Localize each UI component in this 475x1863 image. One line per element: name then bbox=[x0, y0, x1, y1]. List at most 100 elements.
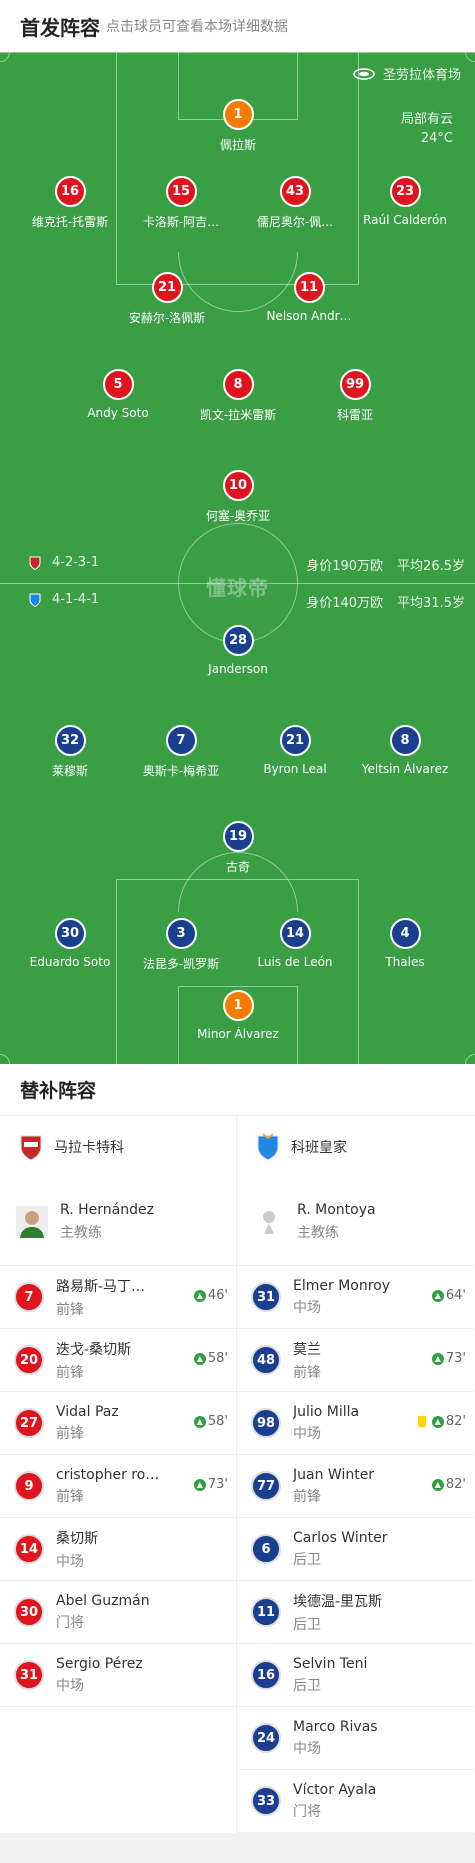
sub-player-row[interactable]: 27 Vidal Paz 前锋 ▲ 58' bbox=[0, 1392, 236, 1455]
sub-in-minute: 73' bbox=[445, 1351, 466, 1366]
sub-player-row[interactable]: 16 Selvin Teni 后卫 bbox=[237, 1644, 474, 1707]
sub-player-position: 门将 bbox=[293, 1803, 321, 1820]
sub-player-name: 桑切斯 bbox=[56, 1530, 98, 1547]
home-avg-age: 平均26.5岁 bbox=[397, 559, 465, 574]
sub-player-number: 14 bbox=[14, 1534, 44, 1564]
sub-player-name: 埃德温-里瓦斯 bbox=[293, 1593, 383, 1610]
player-number: 1 bbox=[222, 990, 254, 1021]
sub-player-position: 后卫 bbox=[293, 1677, 321, 1694]
subs-columns: 马拉卡特科 R. Hernández 主教练 7 路易斯-马丁… 前锋 ▲ 46' 20 迭… bbox=[0, 1116, 475, 1833]
sub-player-number: 98 bbox=[251, 1408, 281, 1438]
home-team-crest-icon bbox=[20, 1135, 42, 1161]
sub-player-position: 中场 bbox=[293, 1299, 321, 1316]
home-coach[interactable]: R. Hernández 主教练 bbox=[0, 1178, 236, 1266]
lineup-header: 首发阵容 点击球员可查看本场详细数据 bbox=[0, 0, 475, 52]
away-value: 身价140万欧 bbox=[306, 596, 384, 611]
away-team-crest-icon bbox=[257, 1133, 279, 1161]
away-player[interactable]: 1 Minor Álvarez bbox=[168, 990, 308, 1041]
sub-in-minute: 82' bbox=[445, 1477, 466, 1492]
sub-player-row[interactable]: 14 桑切斯 中场 bbox=[0, 1518, 236, 1581]
away-player[interactable]: 4 Thales bbox=[335, 918, 475, 969]
coach-role: 主教练 bbox=[60, 1224, 102, 1241]
sub-player-position: 前锋 bbox=[293, 1364, 321, 1381]
player-name: Andy Soto bbox=[87, 406, 149, 420]
sub-in-info: ▲ 46' bbox=[193, 1288, 228, 1303]
sub-player-position: 前锋 bbox=[56, 1364, 84, 1381]
player-number: 8 bbox=[222, 369, 254, 400]
home-player[interactable]: 23 Raúl Calderón bbox=[335, 176, 475, 227]
sub-player-row[interactable]: 20 迭戈-桑切斯 前锋 ▲ 58' bbox=[0, 1329, 236, 1392]
sub-player-number: 30 bbox=[14, 1597, 44, 1627]
sub-player-position: 中场 bbox=[293, 1425, 321, 1442]
home-player[interactable]: 5 Andy Soto bbox=[48, 369, 188, 420]
player-name: Raúl Calderón bbox=[363, 213, 447, 227]
player-name: Minor Álvarez bbox=[197, 1027, 279, 1041]
away-crest-icon bbox=[29, 593, 41, 607]
sub-player-number: 24 bbox=[251, 1723, 281, 1753]
away-player[interactable]: 28 Janderson bbox=[168, 625, 308, 676]
sub-in-info: ▲ 82' bbox=[431, 1477, 466, 1492]
sub-player-position: 前锋 bbox=[293, 1488, 321, 1505]
sub-player-row[interactable]: 31 Elmer Monroy 中场 ▲ 64' bbox=[237, 1266, 474, 1329]
sub-in-arrow-icon: ▲ bbox=[193, 1289, 206, 1302]
home-team-row[interactable]: 马拉卡特科 bbox=[0, 1116, 236, 1178]
sub-player-number: 11 bbox=[251, 1597, 281, 1627]
player-number: 21 bbox=[279, 725, 311, 756]
sub-in-info: ▲ 73' bbox=[431, 1351, 466, 1366]
player-number: 11 bbox=[293, 272, 325, 303]
away-player[interactable]: 19 古奇 bbox=[168, 821, 308, 875]
sub-player-row[interactable]: 48 莫兰 前锋 ▲ 73' bbox=[237, 1329, 474, 1392]
sub-in-arrow-icon: ▲ bbox=[431, 1289, 444, 1302]
sub-player-row[interactable]: 9 cristopher rob… 前锋 ▲ 73' bbox=[0, 1455, 236, 1518]
sub-player-row[interactable]: 31 Sergio Pérez 中场 bbox=[0, 1644, 236, 1707]
away-team-row[interactable]: 科班皇家 bbox=[237, 1116, 474, 1178]
home-player[interactable]: 11 Nelson Andr… bbox=[239, 272, 379, 323]
home-team-name: 马拉卡特科 bbox=[54, 1140, 124, 1156]
sub-player-position: 后卫 bbox=[293, 1616, 321, 1633]
home-crest-icon bbox=[29, 556, 41, 570]
home-value: 身价190万欧 bbox=[306, 559, 384, 574]
home-player[interactable]: 1 佩拉斯 bbox=[168, 99, 308, 153]
player-number: 8 bbox=[389, 725, 421, 756]
sub-player-position: 中场 bbox=[293, 1740, 321, 1757]
player-number: 15 bbox=[165, 176, 197, 207]
sub-player-row[interactable]: 77 Juan Winter 前锋 ▲ 82' bbox=[237, 1455, 474, 1518]
pitch: 圣劳拉体育场 局部有云 24°C 懂球帝 4-2-3-1 身价190万欧 平均26… bbox=[0, 52, 475, 1064]
sub-player-number: 27 bbox=[14, 1408, 44, 1438]
sub-player-row[interactable]: 11 埃德温-里瓦斯 后卫 bbox=[237, 1581, 474, 1644]
page-subtitle: 点击球员可查看本场详细数据 bbox=[106, 19, 288, 35]
home-subs: 马拉卡特科 R. Hernández 主教练 7 路易斯-马丁… 前锋 ▲ 46' 20 迭… bbox=[0, 1116, 237, 1833]
home-player[interactable]: 99 科雷亚 bbox=[285, 369, 425, 423]
player-number: 4 bbox=[389, 918, 421, 949]
sub-in-arrow-icon: ▲ bbox=[193, 1352, 206, 1365]
home-player[interactable]: 21 安赫尔-洛佩斯 bbox=[97, 272, 237, 326]
coach-avatar bbox=[16, 1205, 48, 1238]
sub-player-row[interactable]: 30 Abel Guzmán 门将 bbox=[0, 1581, 236, 1644]
away-coach[interactable]: R. Montoya 主教练 bbox=[237, 1178, 474, 1266]
player-number: 1 bbox=[222, 99, 254, 130]
subs-title: 替补阵容 bbox=[0, 1064, 475, 1116]
sub-player-name: Víctor Ayala bbox=[293, 1781, 377, 1798]
sub-player-row[interactable]: 7 路易斯-马丁… 前锋 ▲ 46' bbox=[0, 1266, 236, 1329]
sub-player-row[interactable]: 33 Víctor Ayala 门将 bbox=[237, 1770, 474, 1833]
yellow-card-icon bbox=[417, 1416, 426, 1427]
sub-player-name: Vidal Paz bbox=[56, 1403, 119, 1420]
sub-in-info: ▲ 58' bbox=[193, 1351, 228, 1366]
sub-player-position: 前锋 bbox=[56, 1425, 84, 1442]
sub-player-position: 前锋 bbox=[56, 1488, 84, 1505]
player-number: 99 bbox=[339, 369, 371, 400]
sub-in-arrow-icon: ▲ bbox=[431, 1352, 444, 1365]
sub-in-minute: 73' bbox=[207, 1477, 228, 1492]
player-name: 古奇 bbox=[225, 860, 250, 874]
coach-role: 主教练 bbox=[297, 1224, 339, 1241]
sub-in-minute: 58' bbox=[207, 1351, 228, 1366]
sub-player-name: cristopher rob… bbox=[56, 1466, 161, 1483]
sub-player-row[interactable]: 24 Marco Rivas 中场 bbox=[237, 1707, 474, 1770]
sub-player-row[interactable]: 98 Julio Milla 中场 ▲ 82' bbox=[237, 1392, 474, 1455]
away-player[interactable]: 8 Yeltsin Álvarez bbox=[335, 725, 475, 776]
sub-player-row[interactable]: 6 Carlos Winter 后卫 bbox=[237, 1518, 474, 1581]
sub-player-name: Marco Rivas bbox=[293, 1718, 378, 1735]
home-player[interactable]: 10 何塞-奥乔亚 bbox=[168, 470, 308, 524]
sub-player-number: 16 bbox=[251, 1660, 281, 1690]
sub-in-info: ▲ 73' bbox=[193, 1477, 228, 1492]
